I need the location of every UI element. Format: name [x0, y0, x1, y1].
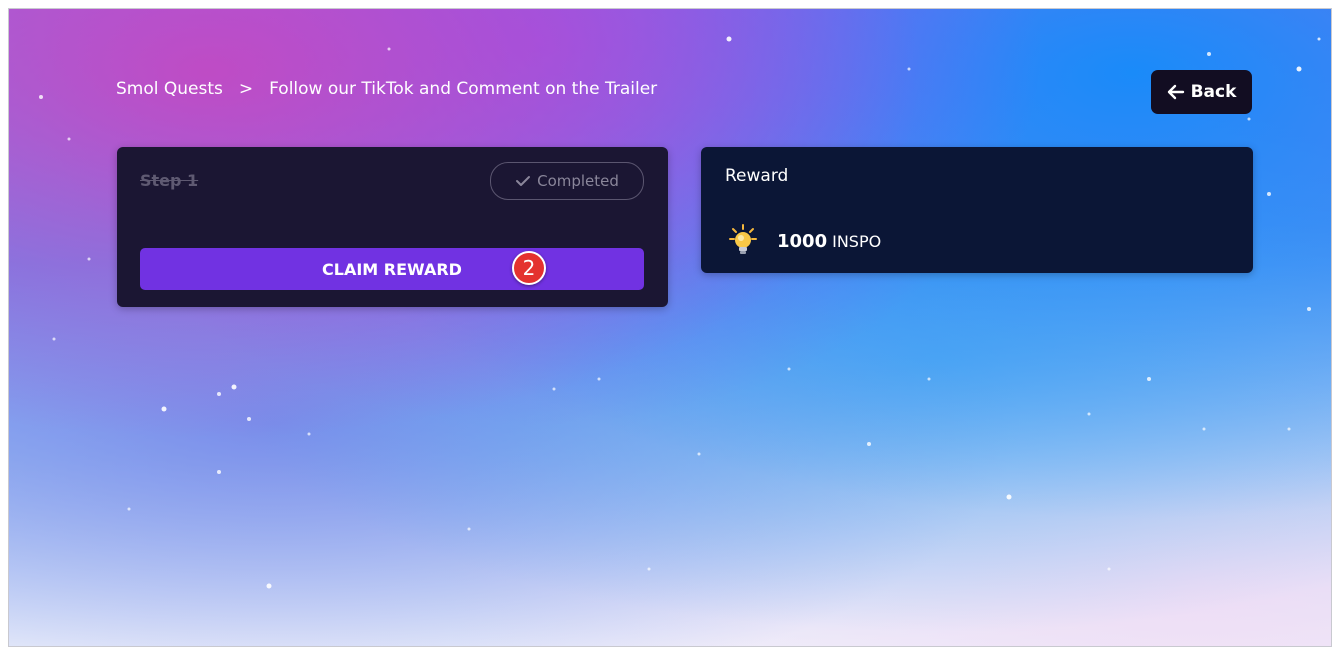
page-background: Smol Quests > Follow our TikTok and Comm… [8, 8, 1332, 647]
reward-value-row: 1000 INSPO [725, 223, 881, 259]
arrow-left-icon [1167, 84, 1184, 100]
back-button[interactable]: Back [1151, 70, 1252, 114]
breadcrumb-root-link[interactable]: Smol Quests [116, 79, 223, 99]
claim-reward-label: CLAIM REWARD [322, 259, 462, 279]
claim-reward-button[interactable]: CLAIM REWARD [140, 248, 644, 290]
breadcrumb-current: Follow our TikTok and Comment on the Tra… [269, 79, 658, 99]
reward-amount: 1000 [777, 230, 828, 252]
back-button-label: Back [1190, 82, 1237, 102]
step-title: Step 1 [140, 171, 199, 190]
lightbulb-icon [729, 224, 757, 254]
breadcrumb: Smol Quests > Follow our TikTok and Comm… [116, 79, 657, 99]
reward-title: Reward [725, 166, 789, 186]
completed-status-badge: Completed [490, 162, 644, 200]
reward-card: Reward 1000 INSPO [701, 147, 1253, 273]
breadcrumb-separator: > [238, 79, 254, 99]
step-card: Step 1 Completed CLAIM REWARD 2 [117, 147, 668, 307]
starfield-decoration [39, 36, 1321, 589]
checkmark-icon [516, 176, 531, 186]
completed-status-label: Completed [537, 172, 619, 190]
step-number-badge: 2 [512, 251, 546, 285]
reward-unit: INSPO [832, 231, 882, 251]
